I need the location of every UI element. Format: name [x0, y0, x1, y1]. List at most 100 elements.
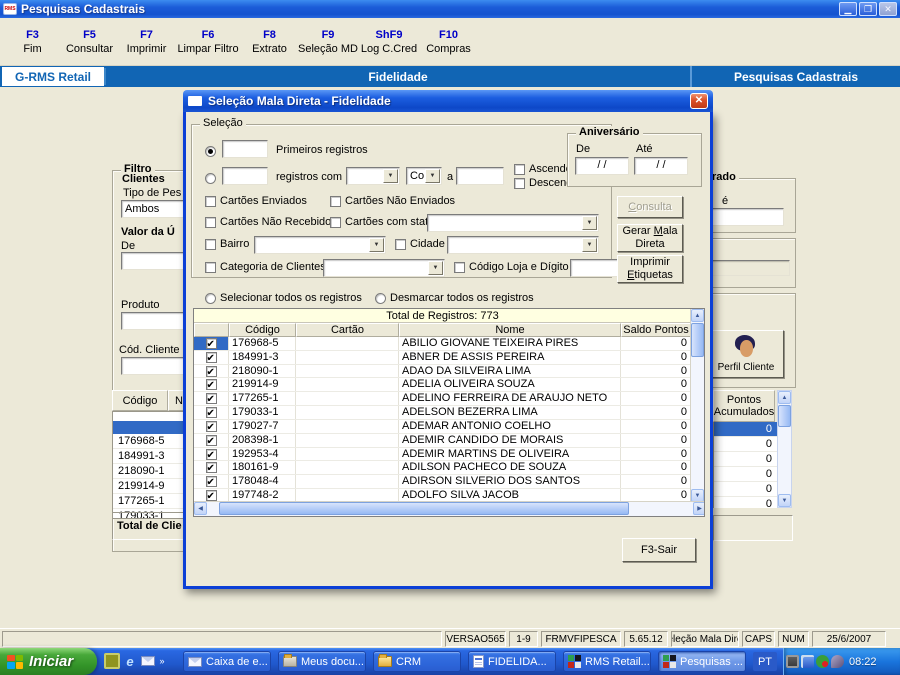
outlook-express-icon[interactable] — [140, 653, 156, 669]
table-row[interactable]: 178048-4 ADIRSON SILVERIO DOS SANTOS0 — [194, 475, 691, 490]
chevron-down-icon[interactable] — [582, 216, 597, 230]
task-crm[interactable]: CRM — [373, 651, 461, 672]
chevron-down-icon[interactable] — [383, 169, 398, 183]
categoria-checkbox[interactable] — [205, 262, 216, 273]
status-dropdown[interactable] — [427, 214, 599, 232]
categoria-dropdown[interactable] — [323, 259, 445, 277]
table-row[interactable]: 192953-4 ADEMIR MARTINS DE OLIVEIRA0 — [194, 447, 691, 462]
chevron-down-icon[interactable] — [425, 169, 440, 183]
aniversario-ate-field[interactable]: / / — [634, 157, 688, 175]
bg-points-scrollbar[interactable]: ▲ ▼ — [777, 390, 792, 508]
table-row[interactable]: 208398-1 ADEMIR CANDIDO DE MORAIS0 — [194, 433, 691, 448]
toolbar-item-fim[interactable]: F3 Fim — [4, 28, 61, 56]
imprimir-etiquetas-button[interactable]: Imprimir Etiquetas — [617, 255, 683, 283]
col-checkbox[interactable] — [194, 323, 229, 337]
cartoes-nao-enviados-checkbox[interactable] — [330, 196, 341, 207]
cidade-dropdown[interactable] — [447, 236, 599, 254]
cartoes-enviados-checkbox[interactable] — [205, 196, 216, 207]
bg-row[interactable]: 184991-3 — [113, 449, 189, 464]
aniversario-de-field[interactable]: / / — [575, 157, 629, 175]
close-button[interactable]: ✕ — [879, 2, 897, 16]
task-rms-retail[interactable]: RMS Retail... — [563, 651, 651, 672]
table-row[interactable]: 179027-7 ADEMAR ANTONIO COELHO0 — [194, 419, 691, 434]
scroll-thumb[interactable] — [778, 405, 791, 427]
row-checkbox[interactable] — [205, 379, 217, 391]
table-row[interactable]: 180161-9 ADILSON PACHECO DE SOUZA0 — [194, 461, 691, 476]
operador-dropdown[interactable]: Co — [406, 167, 442, 185]
cod-cliente-field[interactable] — [121, 357, 187, 375]
scroll-up-button[interactable]: ▲ — [778, 391, 791, 404]
tipo-pessoa-dropdown[interactable]: Ambos — [121, 200, 187, 218]
cartoes-nao-recebidos-checkbox[interactable] — [205, 217, 216, 228]
toolbar-item-consultar[interactable]: F5 Consultar — [61, 28, 118, 56]
scroll-left-button[interactable]: ◀ — [194, 502, 207, 515]
antivirus-icon[interactable] — [816, 655, 829, 668]
ascendente-checkbox[interactable] — [514, 164, 525, 175]
scroll-thumb[interactable] — [691, 323, 704, 357]
row-checkbox[interactable] — [205, 393, 217, 405]
registros-campo-dropdown[interactable] — [346, 167, 400, 185]
row-checkbox[interactable] — [205, 407, 217, 419]
row-checkbox[interactable] — [205, 351, 217, 364]
desmarcar-todos-radio[interactable] — [375, 293, 386, 304]
tab-grms-retail[interactable]: G-RMS Retail — [2, 67, 104, 86]
selecionar-todos-radio[interactable] — [205, 293, 216, 304]
bg-points-row[interactable]: 0 — [714, 497, 777, 508]
row-checkbox[interactable] — [205, 462, 217, 474]
vertical-scrollbar[interactable]: ▲ ▼ — [690, 309, 704, 503]
task-meus-documentos[interactable]: Meus docu... — [278, 651, 366, 672]
toolbar-item-compras[interactable]: F10 Compras — [420, 28, 477, 56]
start-button[interactable]: Iniciar — [0, 648, 97, 675]
col-nome[interactable]: Nome — [399, 323, 621, 337]
show-desktop-icon[interactable] — [104, 653, 120, 669]
descendente-checkbox[interactable] — [514, 178, 525, 189]
scroll-down-button[interactable]: ▼ — [778, 494, 791, 507]
chevron-down-icon[interactable] — [369, 238, 384, 252]
cartoes-com-status-checkbox[interactable] — [330, 217, 341, 228]
primeiros-registros-field[interactable] — [222, 140, 268, 158]
row-checkbox[interactable] — [205, 365, 217, 377]
row-checkbox[interactable] — [205, 476, 217, 488]
table-row[interactable]: 177265-1 ADELINO FERREIRA DE ARAUJO NETO0 — [194, 392, 691, 407]
task-caixa-de-entrada[interactable]: Caixa de e... — [183, 651, 271, 672]
bg-row[interactable]: 177265-1 — [113, 494, 189, 509]
bairro-checkbox[interactable] — [205, 239, 216, 250]
bg-points-row[interactable]: 0 — [714, 437, 777, 452]
registros-ate-field[interactable] — [456, 167, 504, 185]
scroll-thumb[interactable] — [219, 502, 629, 515]
bg-points-row[interactable]: 0 — [714, 452, 777, 467]
chevron-down-icon[interactable] — [582, 238, 597, 252]
col-saldo-pontos[interactable]: Saldo Pontos — [621, 323, 691, 337]
network-icon[interactable] — [786, 655, 799, 668]
consulta-button[interactable]: Consulta — [617, 196, 683, 218]
row-checkbox[interactable] — [205, 448, 217, 460]
bg-row[interactable]: 218090-1 — [113, 464, 189, 479]
table-row[interactable]: 219914-9 ADELIA OLIVEIRA SOUZA0 — [194, 378, 691, 393]
bg-col-pontos[interactable]: Pontos Acumulados — [713, 390, 775, 422]
perfil-cliente-button[interactable]: Perfil Cliente — [708, 330, 784, 378]
table-row[interactable]: 218090-1 ADAO DA SILVEIRA LIMA0 — [194, 364, 691, 379]
volume-icon[interactable] — [831, 655, 844, 668]
bg-row[interactable]: 176968-5 — [113, 434, 189, 449]
codigo-loja-checkbox[interactable] — [454, 262, 465, 273]
toolbar-item-selecao-md[interactable]: F9 Seleção MD — [298, 28, 358, 56]
col-cartao[interactable]: Cartão — [296, 323, 399, 337]
messenger-icon[interactable] — [801, 655, 814, 668]
valor-de-field[interactable] — [121, 252, 187, 270]
clock[interactable]: 08:22 — [849, 656, 877, 668]
bg-points-row[interactable]: 0 — [714, 422, 777, 437]
col-codigo[interactable]: Código — [229, 323, 296, 337]
horizontal-scrollbar[interactable]: ◀ ▶ — [194, 501, 704, 516]
toolbar-item-imprimir[interactable]: F7 Imprimir — [118, 28, 175, 56]
table-row[interactable]: 176968-5 ABILIO GIOVANE TEIXEIRA PIRES0 — [194, 337, 691, 351]
registros-com-radio[interactable] — [205, 173, 216, 184]
cidade-checkbox[interactable] — [395, 239, 406, 250]
gerar-mala-direta-button[interactable]: Gerar Mala Direta — [617, 224, 683, 252]
bg-row[interactable]: 219914-9 — [113, 479, 189, 494]
task-pesquisas-cadastrais[interactable]: Pesquisas ... — [658, 651, 746, 672]
toolbar-item-limpar-filtro[interactable]: F6 Limpar Filtro — [175, 28, 241, 56]
produto-field[interactable] — [121, 312, 187, 330]
bg-col-codigo[interactable]: Código — [112, 390, 168, 411]
internet-explorer-icon[interactable]: e — [122, 653, 138, 669]
quicklaunch-overflow-icon[interactable]: » — [158, 653, 166, 669]
